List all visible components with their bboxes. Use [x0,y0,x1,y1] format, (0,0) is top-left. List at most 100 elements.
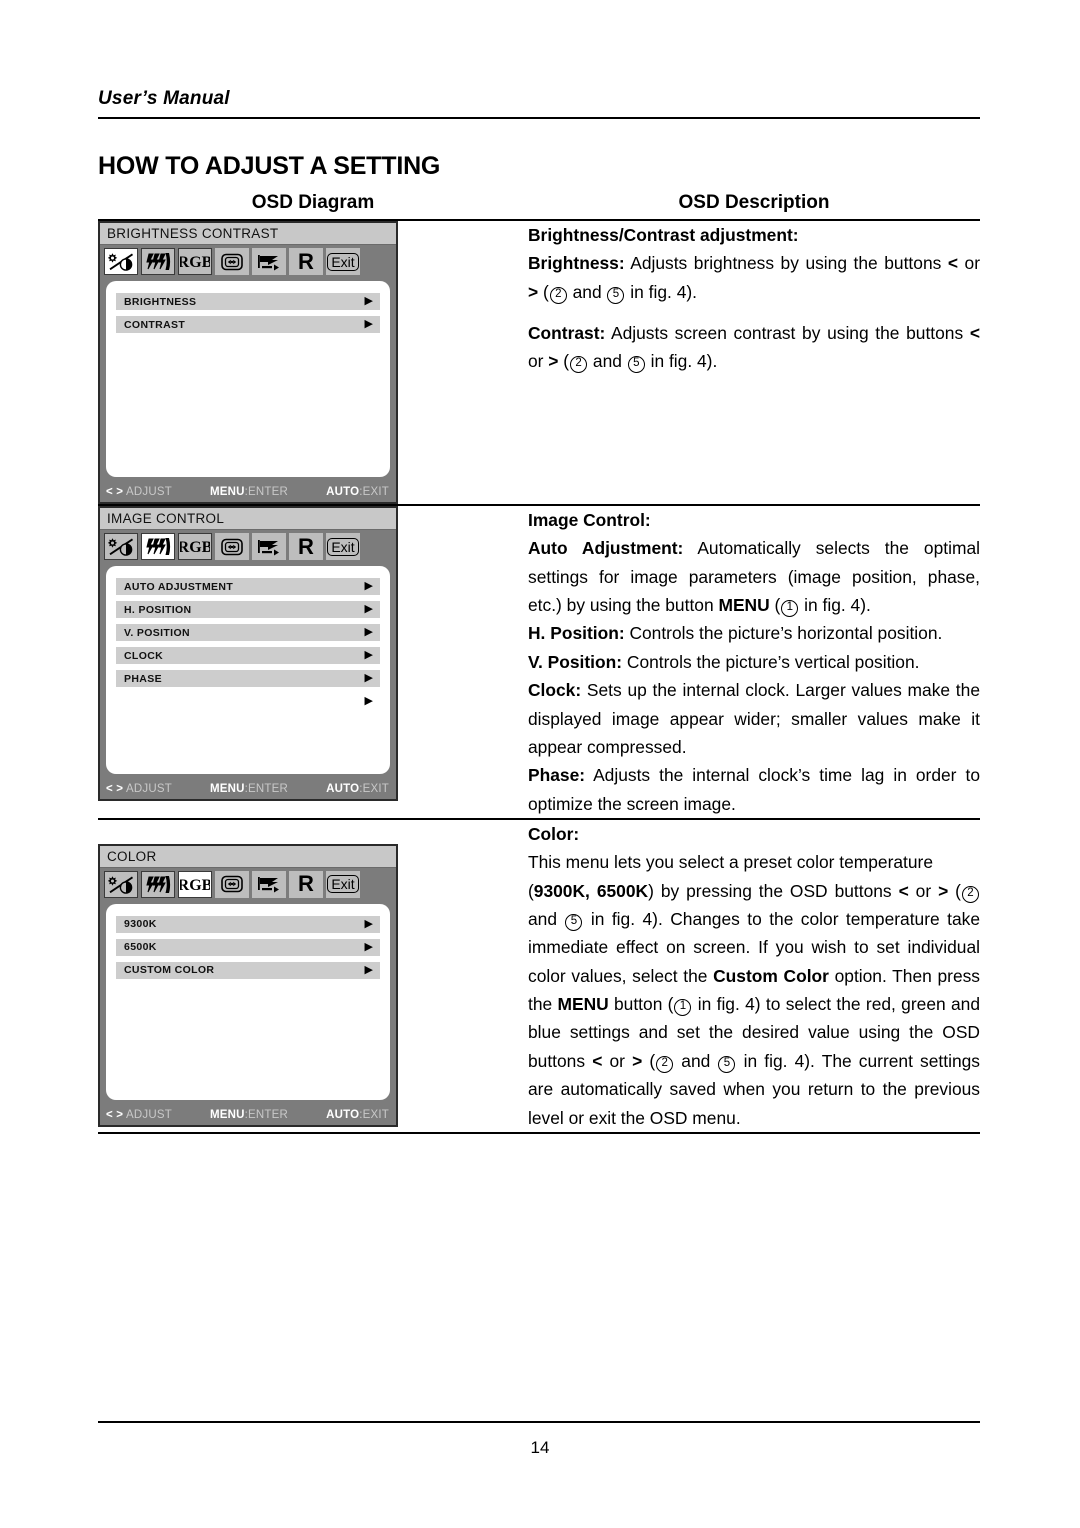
image-control-icon[interactable] [141,870,175,898]
osd-title: IMAGE CONTROL [100,508,396,530]
osd-menu-item-label: BRIGHTNESS [124,295,197,308]
adjust-keys: < > [106,1108,124,1121]
and-text: and [674,1050,718,1071]
column-header-osd-diagram: OSD Diagram [98,192,528,221]
chevron-right-icon: ▶ [364,603,373,615]
reset-icon[interactable]: R [289,870,323,898]
brightness-contrast-icon[interactable] [104,870,138,898]
osd-hint-adjust: < > ADJUST [106,486,172,498]
fig-reference: in fig. 4). [645,351,718,372]
and-text: and [528,909,565,930]
circled-number-2: 2 [549,286,567,304]
and-text: and [588,351,627,372]
osd-menu-item-label: H. POSITION [124,603,192,616]
osd-menu-screen: 9300K ▶ 6500K ▶ CUSTOM COLOR ▶ [106,903,390,1100]
auto-label: :EXIT [359,1108,389,1121]
greater-than-key: > [548,351,559,372]
osd-hint-adjust: < > ADJUST [106,1109,172,1121]
paren-open: ( [948,880,961,901]
position-icon[interactable] [215,248,249,275]
fig-reference: in fig. 4). [799,595,871,616]
osd-menu-item-v-position[interactable]: V. POSITION ▶ [116,624,380,641]
exit-icon[interactable]: Exit [326,248,360,275]
brightness-contrast-icon[interactable] [104,248,138,275]
osd-menu-item-9300k[interactable]: 9300K ▶ [116,915,380,933]
column-header-osd-description: OSD Description [528,192,980,221]
or-text: or [958,253,980,274]
paren-open: ( [558,351,570,372]
osd-menu-item-auto-adjustment[interactable]: AUTO ADJUSTMENT ▶ [116,578,380,595]
osd-menu-item-extra[interactable]: ▶ [116,693,380,710]
osd-hint-menu: MENU:ENTER [172,486,326,498]
less-than-key: < [898,880,909,901]
osd-language-icon[interactable] [252,248,286,275]
menu-key: MENU [209,486,245,498]
description-paragraph-color-body: (9300K, 6500K) by pressing the OSD butto… [528,877,980,1132]
h-position-term: H. Position: [528,623,625,644]
image-control-icon[interactable] [141,248,175,275]
menu-button-term: MENU [718,595,770,616]
osd-key-hints: < > ADJUST MENU:ENTER AUTO:EXIT [100,482,396,502]
osd-menu-empty-space [116,339,380,467]
exit-icon[interactable]: Exit [326,870,360,898]
rgb-color-icon[interactable]: RGB [178,870,212,898]
osd-menu-item-label: CUSTOM COLOR [124,964,215,977]
phase-term: Phase: [528,765,586,786]
paren-open: button ( [608,994,674,1015]
description-cell-color: Color: This menu lets you select a prese… [528,818,980,1134]
osd-menu-item-contrast[interactable]: CONTRAST ▶ [116,316,380,333]
chevron-right-icon: ▶ [364,940,373,953]
osd-menu-item-brightness[interactable]: BRIGHTNESS ▶ [116,293,380,310]
osd-menu-item-phase[interactable]: PHASE ▶ [116,670,380,687]
auto-adjustment-term: Auto Adjustment: [528,538,684,559]
table-header-row: OSD Diagram OSD Description [98,192,980,221]
color-text-a: ) by pressing the OSD buttons [648,880,899,901]
reset-icon[interactable]: R [289,248,323,275]
phase-text: Adjusts the internal clock’s time lag in… [528,765,980,814]
h-position-text: Controls the picture’s horizontal positi… [624,623,943,644]
reset-icon[interactable]: R [289,533,323,560]
running-head-rule [98,117,980,119]
running-head: User’s Manual [98,88,980,119]
rgb-color-icon[interactable]: RGB [178,248,212,275]
chevron-right-icon: ▶ [364,649,373,661]
description-paragraph-brightness: Brightness: Adjusts brightness by using … [528,249,980,306]
description-paragraph-auto-adjustment: Auto Adjustment: Automatically selects t… [528,534,980,619]
description-cell-brightness-contrast: Brightness/Contrast adjustment: Brightne… [528,220,980,506]
or-text: or [908,880,939,901]
osd-language-icon[interactable] [252,533,286,560]
auto-label: :EXIT [359,486,389,498]
image-control-icon[interactable] [141,533,175,560]
page-title: HOW TO ADJUST A SETTING [98,152,441,180]
description-heading: Image Control: [528,510,651,530]
rgb-color-icon[interactable]: RGB [178,533,212,560]
diagram-cell-image-control: IMAGE CONTROL RGB R Exit AUTO ADJUSTMENT… [98,505,528,820]
osd-menu-screen: AUTO ADJUSTMENT ▶ H. POSITION ▶ V. POSIT… [106,566,390,774]
menu-label: :ENTER [244,783,289,795]
manual-page: User’s Manual HOW TO ADJUST A SETTING OS… [0,0,1080,1528]
chevron-right-icon: ▶ [364,295,373,307]
exit-icon[interactable]: Exit [326,533,360,560]
osd-hint-adjust: < > ADJUST [106,783,172,795]
paren-open: ( [642,1050,656,1071]
preset-6500k: 6500K [596,880,649,901]
osd-menu-empty-space [116,985,380,1090]
brightness-contrast-icon[interactable] [104,533,138,560]
osd-menu-item-custom-color[interactable]: CUSTOM COLOR ▶ [116,961,380,979]
greater-than-key: > [938,880,949,901]
osd-hint-auto: AUTO:EXIT [326,783,389,795]
osd-menu-item-h-position[interactable]: H. POSITION ▶ [116,601,380,618]
greater-than-key: > [528,281,539,302]
table-row: BRIGHTNESS CONTRAST RGB R Exit BRIGHTNES… [98,220,980,506]
osd-menu-item-label: CONTRAST [124,318,186,331]
osd-title: COLOR [100,845,396,868]
diagram-cell-brightness-contrast: BRIGHTNESS CONTRAST RGB R Exit BRIGHTNES… [98,220,528,506]
osd-menu-item-clock[interactable]: CLOCK ▶ [116,647,380,664]
menu-button-term: MENU [557,994,609,1015]
preset-9300k: 9300K, [533,880,590,901]
chevron-right-icon: ▶ [364,695,373,707]
position-icon[interactable] [215,870,249,898]
position-icon[interactable] [215,533,249,560]
osd-language-icon[interactable] [252,870,286,898]
osd-menu-item-6500k[interactable]: 6500K ▶ [116,938,380,956]
